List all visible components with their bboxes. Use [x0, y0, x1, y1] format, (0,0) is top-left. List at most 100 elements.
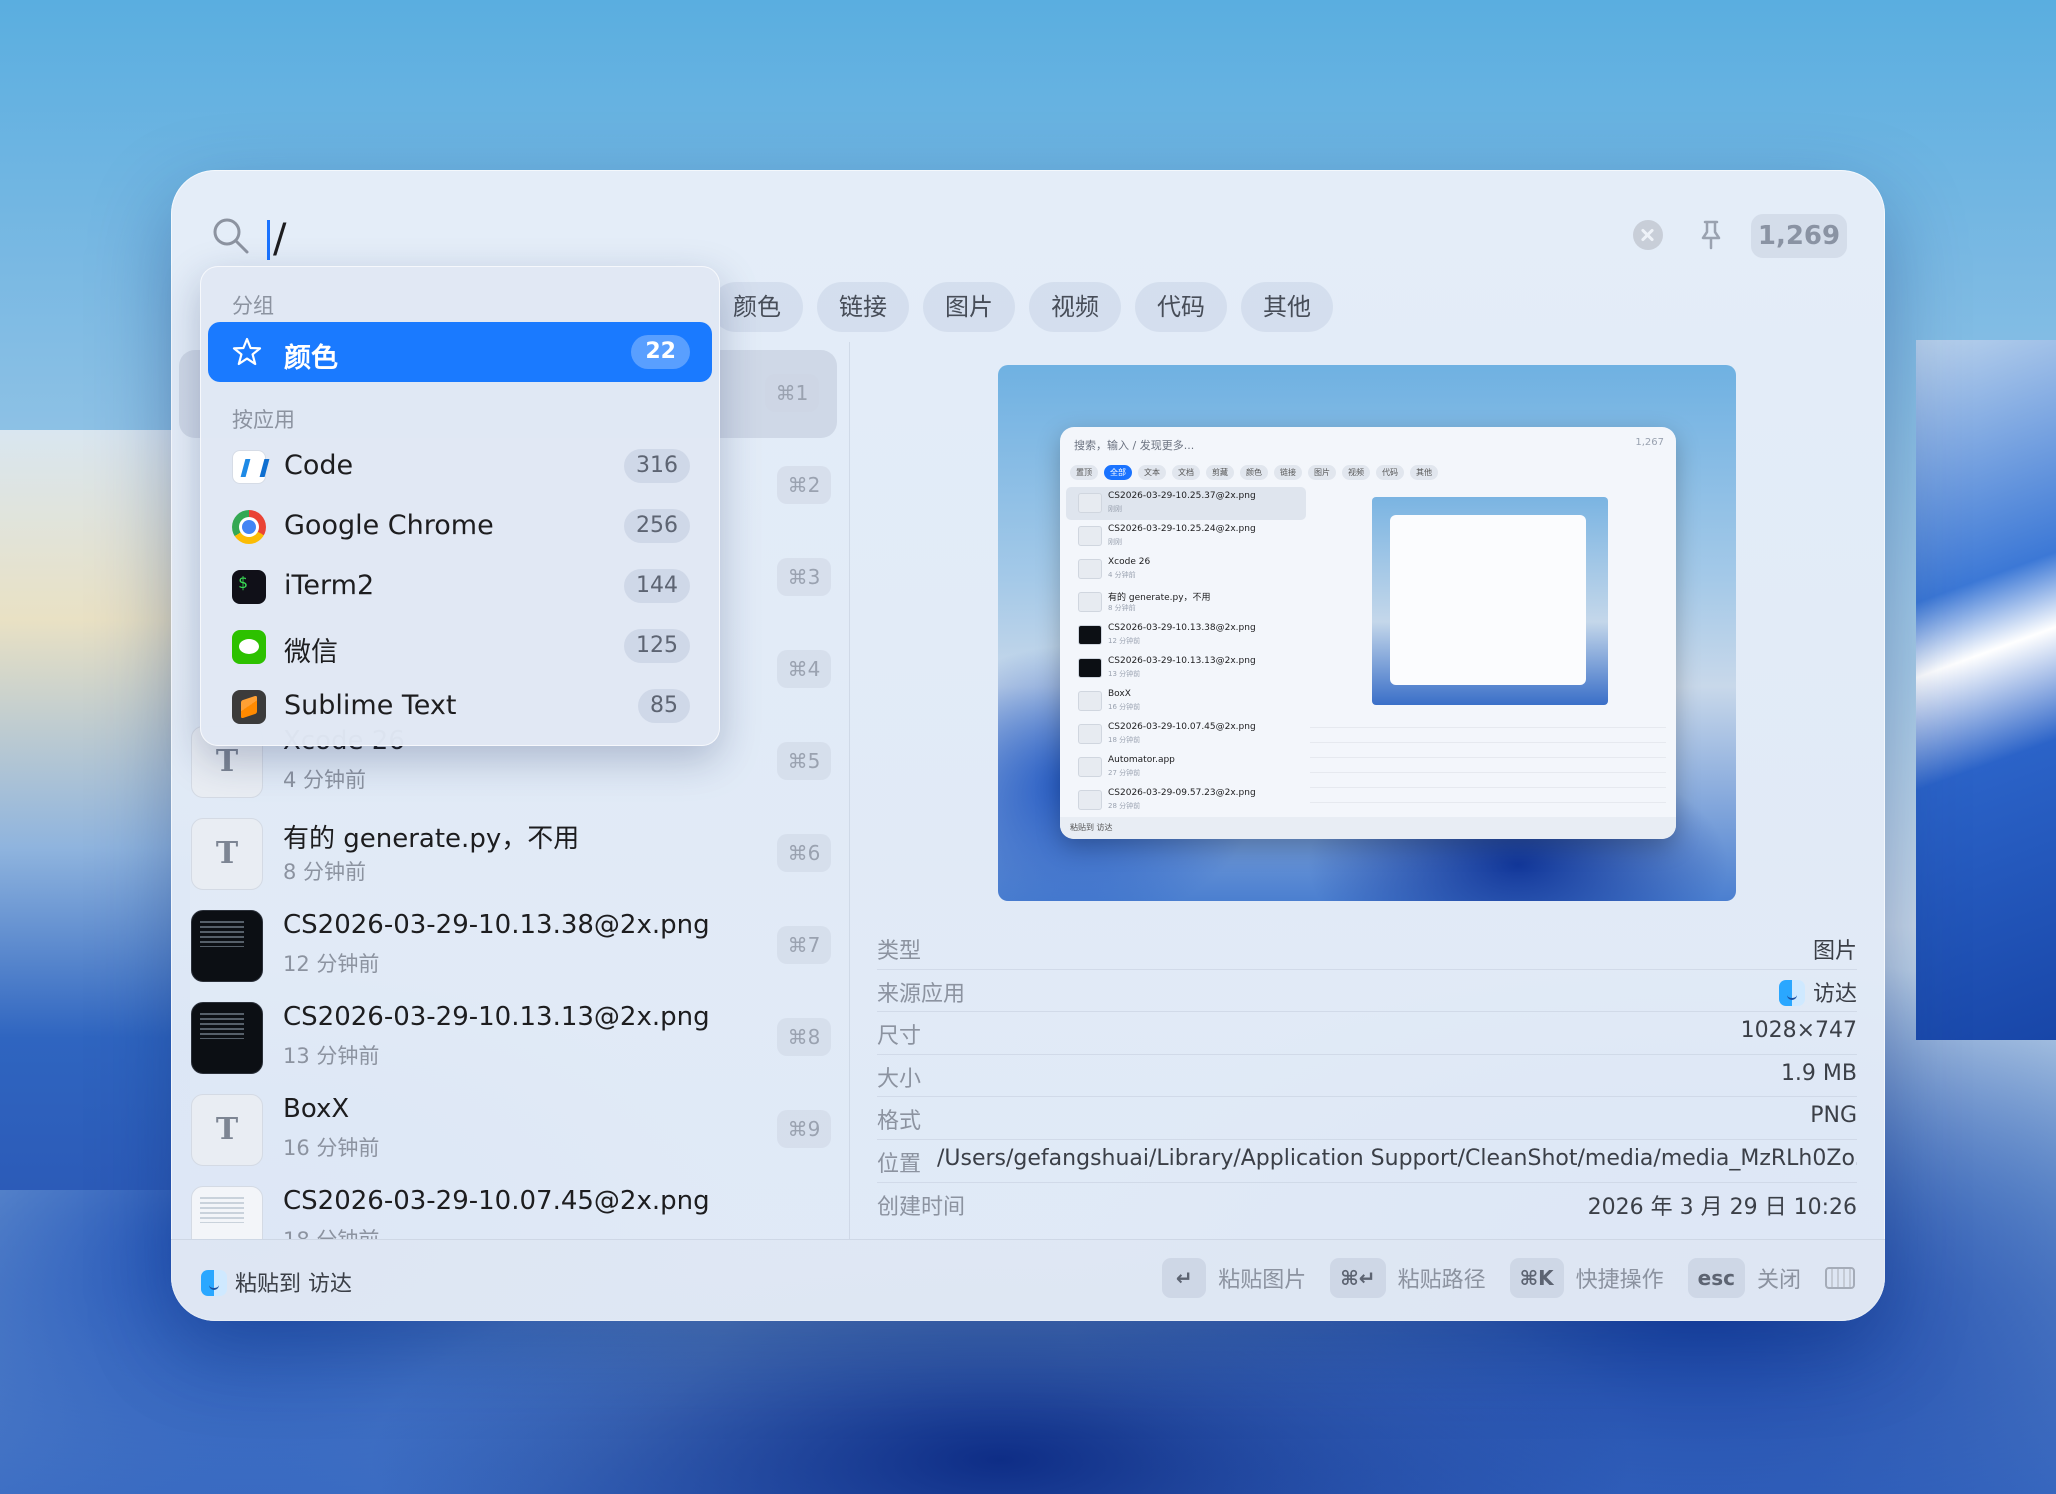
list-item[interactable]: CS2026-03-29-10.13.38@2x.png 12 分钟前 ⌘7 — [191, 902, 831, 990]
pin-icon[interactable] — [1693, 216, 1729, 252]
preview-list-item: CS2026-03-29-10.07.45@2x.png 18 分钟前 — [1066, 718, 1306, 751]
tab-image[interactable]: 图片 — [923, 282, 1015, 332]
finder-icon — [1778, 979, 1805, 1006]
tab-other[interactable]: 其他 — [1241, 282, 1333, 332]
image-preview: 搜索，输入 / 发现更多... 1,267 置顶 全部 文本 文档 剪藏 颜色 … — [998, 365, 1736, 901]
text-type-icon: T — [191, 1094, 263, 1166]
item-title: CS2026-03-29-10.13.13@2x.png — [283, 1002, 710, 1032]
preview-tabs: 置顶 全部 文本 文档 剪藏 颜色 链接 图片 视频 代码 其他 — [1070, 465, 1438, 480]
dropdown-item-label: Code — [284, 450, 354, 481]
dropdown-item-label: iTerm2 — [284, 570, 375, 601]
preview-tab: 代码 — [1376, 465, 1404, 480]
detail-label: 尺寸 — [877, 1024, 922, 1050]
dropdown-item-iterm[interactable]: iTerm2 144 — [208, 556, 712, 616]
preview-count: 1,267 — [1635, 437, 1664, 448]
shortcut-badge: ⌘2 — [777, 466, 831, 504]
dropdown-item-count: 316 — [624, 449, 690, 483]
wallpaper-right — [1916, 340, 2056, 1040]
cmd-k-key[interactable]: ⌘K — [1509, 1258, 1564, 1298]
item-time: 12 分钟前 — [283, 952, 380, 976]
list-item[interactable]: CS2026-03-29-10.07.45@2x.png 18 分钟前 — [191, 1178, 831, 1239]
item-time: 13 分钟前 — [283, 1044, 380, 1068]
esc-key[interactable]: esc — [1687, 1258, 1745, 1298]
shortcut-badge: ⌘5 — [777, 742, 831, 780]
item-title: 有的 generate.py，不用 — [283, 824, 580, 854]
paste-image-action[interactable]: 粘贴图片 — [1218, 1262, 1306, 1294]
detail-label: 大小 — [877, 1066, 922, 1092]
close-action[interactable]: 关闭 — [1757, 1262, 1801, 1294]
app-section-header: 按应用 — [232, 408, 295, 432]
clear-search-button[interactable] — [1633, 220, 1663, 250]
preview-list-item: Automator.app 27 分钟前 — [1066, 751, 1306, 784]
iterm-icon — [232, 570, 266, 604]
group-section-header: 分组 — [232, 294, 274, 318]
dropdown-item-chrome[interactable]: Google Chrome 256 — [208, 496, 712, 556]
detail-value: 1.9 MB — [1780, 1060, 1857, 1086]
vscode-icon — [232, 450, 266, 484]
list-item[interactable]: T 有的 generate.py，不用 8 分钟前 ⌘6 — [191, 810, 831, 898]
list-item[interactable]: T BoxX 16 分钟前 ⌘9 — [191, 1086, 831, 1174]
preview-tab: 视频 — [1342, 465, 1370, 480]
detail-created: 创建时间 2026 年 3 月 29 日 10:26 — [877, 1183, 1857, 1226]
dropdown-item-count: 256 — [624, 509, 690, 543]
shortcut-badge: ⌘8 — [777, 1018, 831, 1056]
preview-inner-meta — [1310, 713, 1666, 818]
dropdown-item-count: 144 — [624, 569, 690, 603]
search-input[interactable]: / — [266, 216, 286, 262]
detail-format: 格式 PNG — [877, 1097, 1857, 1140]
preview-list-item: CS2026-03-29-10.25.37@2x.png 刚刚 — [1066, 487, 1306, 520]
preview-tab: 文档 — [1172, 465, 1200, 480]
preview-list-item: 有的 generate.py，不用 8 分钟前 — [1066, 586, 1306, 619]
file-path-link[interactable]: /Users/gefangshuai/Library/Application S… — [937, 1146, 1857, 1171]
tab-code[interactable]: 代码 — [1135, 282, 1227, 332]
item-time: 8 分钟前 — [283, 860, 367, 884]
dropdown-item-wechat[interactable]: 微信 125 — [208, 616, 712, 676]
detail-value: PNG — [1810, 1103, 1857, 1129]
detail-path: 位置 /Users/gefangshuai/Library/Applicatio… — [877, 1140, 1857, 1183]
detail-value: 2026 年 3 月 29 日 10:26 — [1587, 1194, 1857, 1220]
dropdown-item-label: Sublime Text — [284, 690, 457, 721]
dropdown-item-label: 微信 — [284, 637, 338, 668]
detail-label: 类型 — [877, 939, 922, 964]
dropdown-item-color-group[interactable]: 颜色 22 — [208, 322, 712, 382]
dropdown-item-label: Google Chrome — [284, 510, 494, 541]
total-count-badge: 1,269 — [1751, 214, 1847, 258]
image-thumbnail — [191, 1186, 263, 1239]
enter-key[interactable]: ↵ — [1162, 1258, 1207, 1298]
preview-list-item: Xcode 26 4 分钟前 — [1066, 553, 1306, 586]
shortcut-badge: ⌘7 — [777, 926, 831, 964]
paste-path-action[interactable]: 粘贴路径 — [1398, 1262, 1486, 1294]
dropdown-item-sublime[interactable]: Sublime Text 85 — [208, 676, 712, 736]
shortcut-badge: ⌘9 — [777, 1110, 831, 1148]
dropdown-item-label: 颜色 — [284, 343, 338, 374]
keyboard-icon[interactable] — [1825, 1267, 1855, 1289]
preview-list-item: BoxX 16 分钟前 — [1066, 685, 1306, 718]
wallpaper-left — [0, 430, 190, 1190]
tab-link[interactable]: 链接 — [817, 282, 909, 332]
shortcut-badge: ⌘3 — [777, 558, 831, 596]
preview-tab: 剪藏 — [1206, 465, 1234, 480]
cmd-enter-key[interactable]: ⌘↵ — [1330, 1258, 1386, 1298]
chrome-icon — [232, 510, 266, 544]
tab-color[interactable]: 颜色 — [711, 282, 803, 332]
detail-label: 来源应用 — [877, 981, 966, 1007]
item-time: 4 分钟前 — [283, 768, 367, 792]
item-time: 18 分钟前 — [283, 1224, 379, 1239]
tab-video[interactable]: 视频 — [1029, 282, 1121, 332]
preview-inner-image — [1372, 497, 1608, 705]
wechat-icon — [232, 630, 266, 664]
list-item[interactable]: CS2026-03-29-10.13.13@2x.png 13 分钟前 ⌘8 — [191, 994, 831, 1082]
shortcut-badge: ⌘1 — [765, 374, 819, 412]
detail-source-app: 来源应用 访达 — [877, 970, 1857, 1013]
preview-list-item: CS2026-03-29-10.13.38@2x.png 12 分钟前 — [1066, 619, 1306, 652]
image-thumbnail — [191, 1002, 263, 1074]
text-type-icon: T — [191, 818, 263, 890]
preview-tab: 图片 — [1308, 465, 1336, 480]
dropdown-item-code[interactable]: Code 316 — [208, 436, 712, 496]
preview-screenshot-window: 搜索，输入 / 发现更多... 1,267 置顶 全部 文本 文档 剪藏 颜色 … — [1060, 427, 1676, 839]
paste-target: 粘贴到 访达 — [201, 1266, 352, 1298]
filter-dropdown: 分组 颜色 22 按应用 Code 316 Google Chrome 256 … — [200, 266, 720, 746]
preview-search-text: 搜索，输入 / 发现更多... — [1074, 439, 1195, 452]
image-thumbnail — [191, 910, 263, 982]
quick-actions[interactable]: 快捷操作 — [1576, 1262, 1664, 1294]
